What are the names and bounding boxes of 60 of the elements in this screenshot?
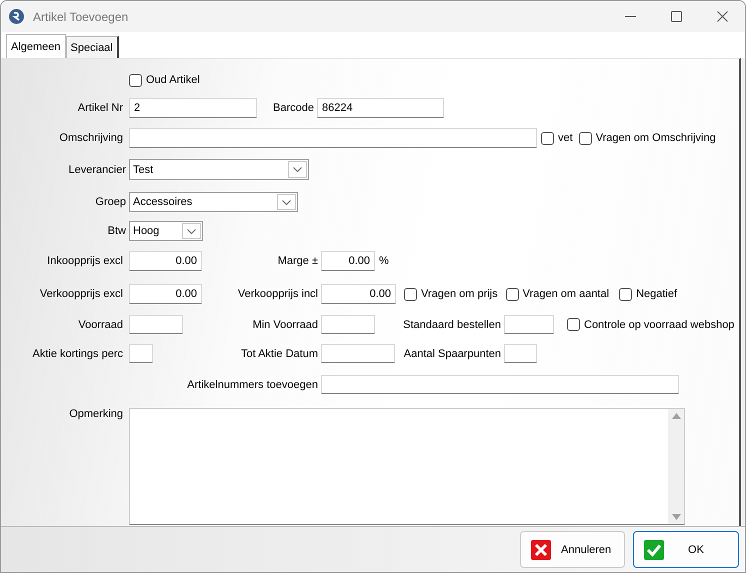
ok-button[interactable]: OK — [633, 531, 739, 568]
input-field[interactable] — [129, 344, 153, 363]
checkbox[interactable]: Negatief — [619, 288, 678, 300]
checkbox[interactable]: Controle op voorraad webshop — [567, 318, 734, 331]
checkbox[interactable]: Vragen om Omschrijving — [578, 132, 716, 144]
chevron-down-icon — [293, 167, 302, 172]
checkbox[interactable]: Vragen om prijs — [404, 288, 498, 300]
tab[interactable]: Algemeen — [6, 34, 66, 58]
input-field[interactable]: 0.00 — [321, 251, 375, 271]
input-field[interactable] — [504, 315, 554, 334]
field-label: Opmerking — [68, 408, 124, 420]
checkmark-icon — [644, 540, 664, 560]
maximize-icon[interactable] — [670, 11, 682, 22]
minimize-icon[interactable] — [624, 16, 636, 17]
field-label: Artikelnummers toevoegen — [186, 378, 319, 390]
input-field[interactable] — [321, 375, 679, 394]
field-label: Tot Aktie Datum — [240, 348, 319, 360]
field-label: Inkoopprijs excl — [46, 255, 124, 267]
checkbox[interactable]: Vragen om aantal — [506, 288, 610, 300]
window-title: Artikel Toevoegen — [33, 10, 130, 24]
input-field[interactable] — [321, 344, 395, 363]
chevron-down-icon — [187, 228, 196, 234]
field-label: Min Voorraad — [252, 318, 319, 330]
field-label: Btw — [106, 225, 127, 237]
field-label: Omschrijving — [58, 132, 124, 144]
input-field[interactable]: 0.00 — [321, 284, 396, 304]
input-field[interactable] — [129, 128, 537, 148]
field-label: Aktie kortings perc — [32, 348, 124, 360]
dropdown[interactable]: Hoog — [129, 221, 203, 241]
input-field[interactable] — [129, 315, 183, 334]
checkbox[interactable]: Oud Artikel — [129, 74, 200, 86]
field-label: Aantal Spaarpunten — [402, 348, 502, 360]
field-label: Standaard bestellen — [402, 318, 502, 330]
input-field[interactable]: 0.00 — [129, 284, 202, 304]
scroll-up-icon[interactable] — [672, 413, 680, 419]
field-label: Groep — [94, 196, 127, 208]
tab[interactable]: Speciaal — [66, 36, 119, 58]
scroll-down-icon[interactable] — [672, 514, 680, 520]
unit-label: % — [379, 255, 389, 267]
input-field[interactable]: 2 — [129, 98, 257, 118]
close-icon — [531, 540, 551, 560]
chevron-down-icon — [282, 200, 291, 204]
field-label: Verkoopprijs excl — [38, 288, 124, 300]
app-logo-icon — [9, 9, 24, 24]
checkbox[interactable]: vet — [541, 132, 573, 144]
field-label: Artikel Nr — [76, 102, 124, 114]
field-label: Leverancier — [68, 164, 127, 176]
close-icon[interactable] — [716, 11, 728, 22]
input-field[interactable]: 86224 — [316, 98, 444, 118]
field-label: Barcode — [273, 102, 314, 114]
input-field[interactable] — [504, 344, 537, 363]
field-label: Voorraad — [77, 318, 124, 330]
dropdown[interactable]: Accessoires — [129, 192, 298, 212]
input-field[interactable]: 0.00 — [129, 251, 202, 271]
cancel-button[interactable]: Annuleren — [520, 531, 625, 568]
input-field[interactable] — [321, 315, 375, 334]
field-label: Verkoopprijs incl — [236, 288, 319, 300]
field-label: Marge ± — [276, 255, 319, 267]
dropdown[interactable]: Test — [129, 159, 309, 180]
scrollbar[interactable] — [668, 409, 684, 524]
